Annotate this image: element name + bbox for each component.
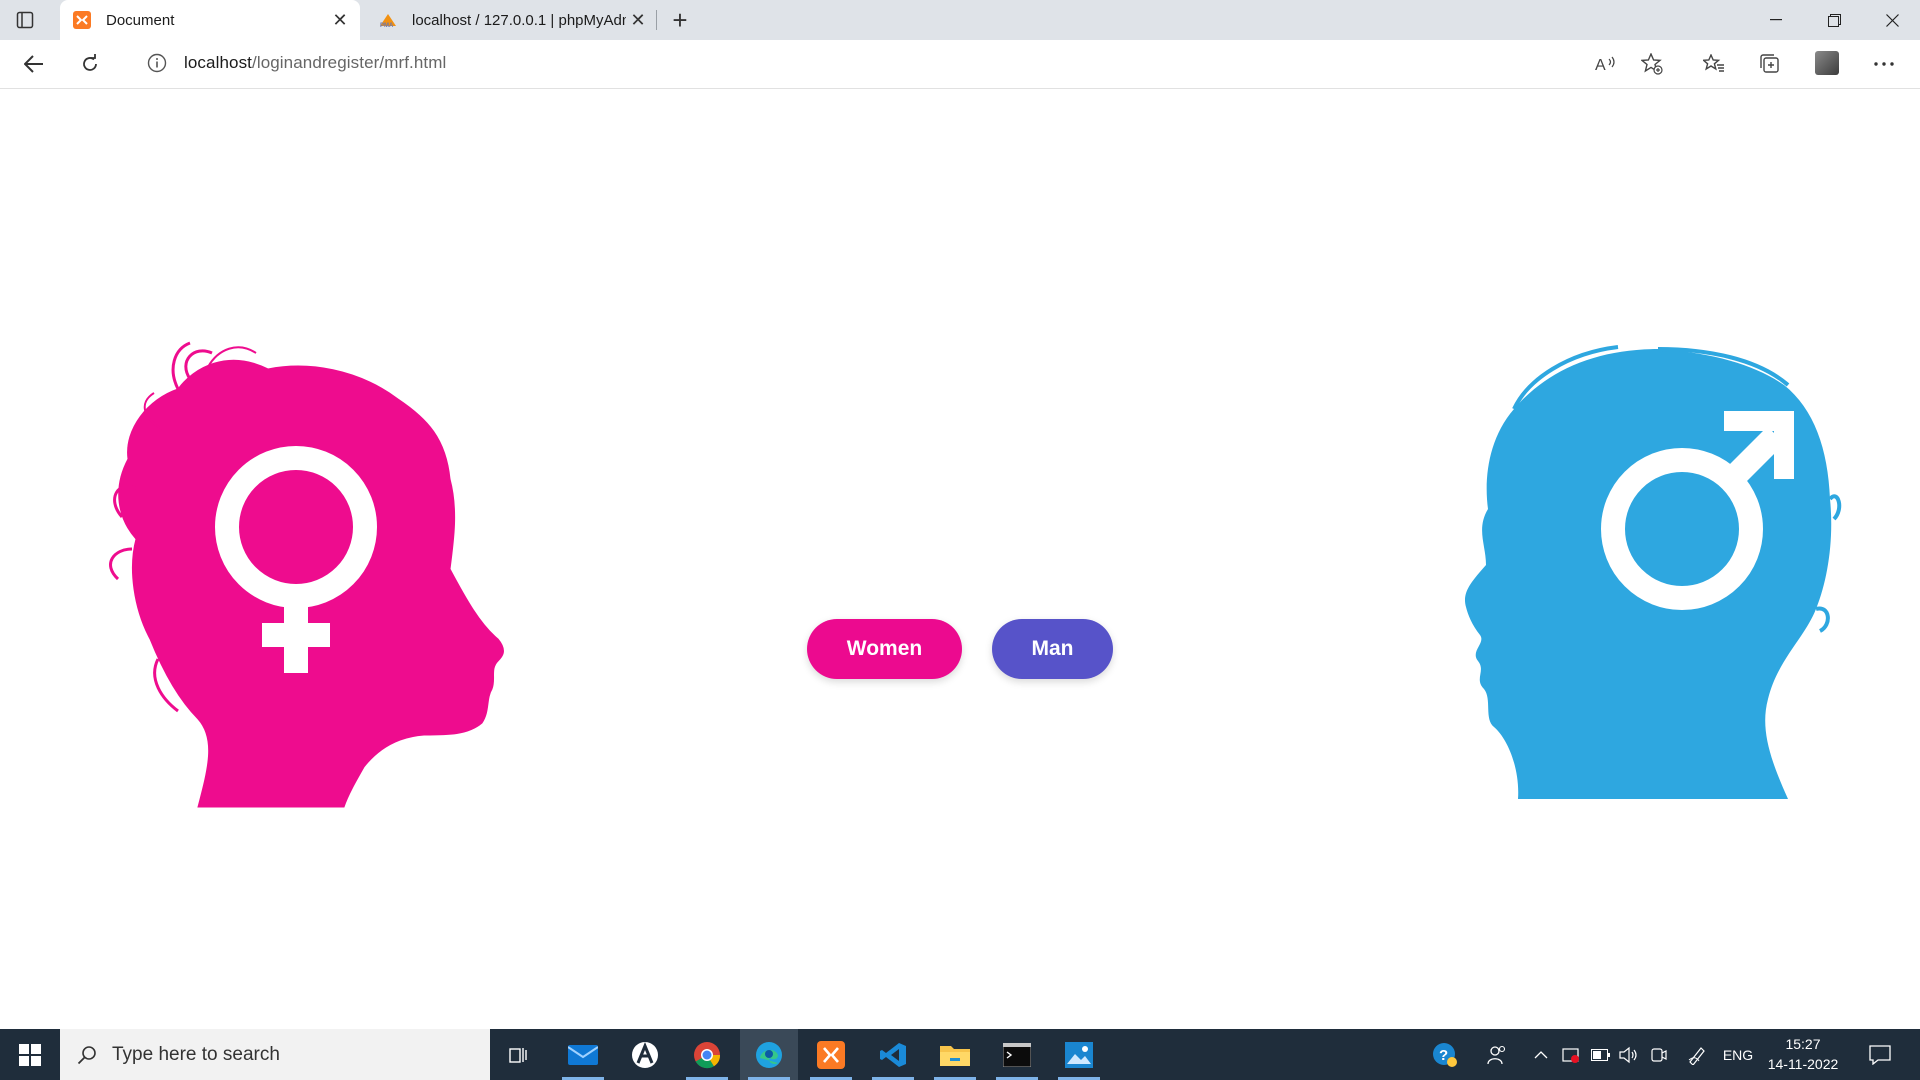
help-icon[interactable]: ? [1428,1029,1462,1080]
tab-title: localhost / 127.0.0.1 | phpMyAdmin [412,11,626,29]
edge-icon[interactable] [740,1029,798,1080]
phpmyadmin-icon: PMA [378,10,398,30]
taskbar-search[interactable]: Type here to search [60,1029,490,1080]
taskbar-clock[interactable]: 15:27 14-11-2022 [1758,1034,1848,1074]
read-aloud-icon[interactable]: A [1592,50,1620,78]
man-button[interactable]: Man [992,619,1113,679]
more-options-icon[interactable] [1870,50,1898,78]
windows-taskbar: Type here to search ? ENG 15:27 14-11-20… [0,1029,1920,1080]
minimize-icon[interactable] [1748,0,1804,40]
close-tab-icon[interactable]: ✕ [328,8,352,32]
vscode-icon[interactable] [864,1029,922,1080]
svg-text:PMA: PMA [380,23,394,28]
back-icon[interactable] [20,50,48,78]
task-view-icon[interactable] [490,1029,548,1080]
close-tab-icon[interactable]: ✕ [626,8,650,32]
pen-workspace-icon[interactable] [1684,1029,1710,1080]
favorites-icon[interactable] [1700,50,1728,78]
security-icon[interactable] [1558,1029,1584,1080]
new-tab-icon[interactable]: + [666,5,694,35]
url-path: /loginandregister/mrf.html [252,53,447,72]
svg-text:A: A [1595,57,1606,73]
tab-document[interactable]: Document ✕ [60,0,360,40]
browser-toolbar: localhost/loginandregister/mrf.html A [0,40,1920,89]
browser-tab-strip: Document ✕ PMA localhost / 127.0.0.1 | p… [0,0,1920,40]
tab-actions-icon[interactable] [14,9,36,31]
reload-icon[interactable] [76,50,104,78]
female-head-icon [109,341,504,808]
xampp-icon [72,10,92,30]
chrome-icon[interactable] [678,1029,736,1080]
male-head-icon [1464,345,1842,799]
search-placeholder: Type here to search [112,1043,280,1065]
restore-icon[interactable] [1806,0,1862,40]
clock-time: 15:27 [1785,1036,1821,1052]
women-button[interactable]: Women [807,619,962,679]
address-bar[interactable]: localhost/loginandregister/mrf.html [124,44,1680,82]
mail-icon[interactable] [554,1029,612,1080]
page-content: Women Man [0,89,1920,1029]
clock-date: 14-11-2022 [1767,1056,1839,1072]
meet-now-icon[interactable] [1646,1029,1672,1080]
xampp-icon[interactable] [802,1029,860,1080]
language-indicator[interactable]: ENG [1720,1029,1756,1080]
url-host: localhost [184,53,252,72]
search-icon [76,1044,98,1066]
people-icon[interactable] [1482,1029,1512,1080]
close-window-icon[interactable] [1864,0,1920,40]
add-favorite-icon[interactable] [1638,50,1666,78]
file-explorer-icon[interactable] [926,1029,984,1080]
url-text: localhost/loginandregister/mrf.html [184,53,446,73]
tab-title: Document [106,11,175,29]
arc-icon[interactable] [616,1029,674,1080]
photos-icon[interactable] [1050,1029,1108,1080]
svg-text:?: ? [1439,1047,1448,1064]
site-info-icon[interactable] [146,52,168,74]
notifications-icon[interactable] [1866,1041,1894,1069]
profile-avatar[interactable] [1815,51,1839,75]
volume-icon[interactable] [1616,1029,1642,1080]
tab-separator [656,10,657,30]
show-hidden-icons-icon[interactable] [1528,1029,1554,1080]
battery-icon[interactable] [1588,1029,1614,1080]
collections-icon[interactable] [1756,50,1784,78]
windows-start-icon[interactable] [0,1029,60,1080]
tab-phpmyadmin[interactable]: PMA localhost / 127.0.0.1 | phpMyAdmin ✕ [366,0,658,40]
terminal-icon[interactable] [988,1029,1046,1080]
